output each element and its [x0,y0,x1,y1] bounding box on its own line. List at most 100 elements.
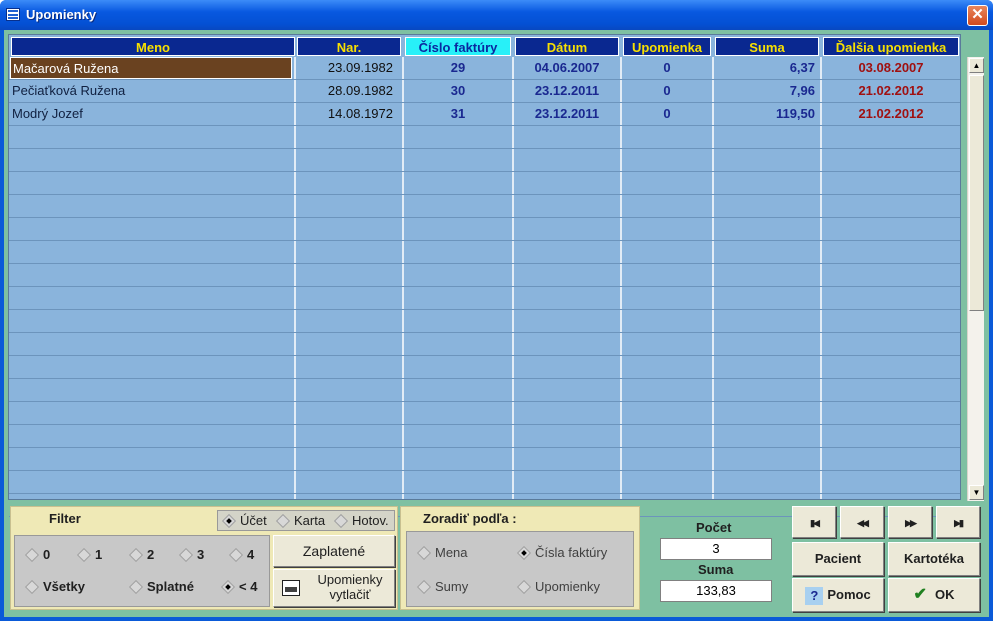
row-2-date[interactable]: 23.12.2011 [515,103,619,125]
sort-radio-reminder[interactable]: Upomienky [516,578,600,596]
grid-row-line [9,470,960,471]
sort-radio-sum[interactable]: Sumy [416,578,468,596]
row-1-sum[interactable]: 7,96 [715,80,819,102]
client-area: Meno Nar. Číslo faktúry Dátum Upomienka … [4,30,989,617]
header-sum[interactable]: Suma [715,37,819,56]
scroll-up-icon[interactable]: ▲ [969,58,984,73]
header-reminder[interactable]: Upomienka [623,37,711,56]
row-2-name[interactable]: Modrý Jozef [10,103,292,125]
last-record-icon: ▶▮ [954,518,964,528]
column-divider [512,57,514,499]
grid-row-line [9,102,960,103]
previous-record-button[interactable]: ◀◀ [840,506,884,538]
grid-row-line [9,171,960,172]
state-radio-all[interactable]: Všetky [24,578,85,596]
row-1-birth[interactable]: 28.09.1982 [297,80,401,102]
window: Upomienky ✕ Meno Nar. Číslo faktúry Dátu… [0,0,993,621]
column-divider [402,57,404,499]
grid-row-line [9,355,960,356]
sum-field: 133,83 [660,580,772,602]
print-button-label: Upomienky vytlačiť [317,572,383,602]
row-0-next[interactable]: 03.08.2007 [823,57,959,79]
sort-radio-invoice[interactable]: Čísla faktúry [516,544,607,562]
row-0-invoice[interactable]: 29 [405,57,511,79]
grid-row-line [9,401,960,402]
level-radio-4[interactable]: 4 [228,546,254,564]
row-1-reminder[interactable]: 0 [623,80,711,102]
grid-row-line [9,286,960,287]
header-invoice[interactable]: Číslo faktúry [405,37,511,56]
grid-row-line [9,263,960,264]
sort-panel: Zoradiť podľa : Mena Čísla faktúry Sumy … [400,506,640,610]
header-name[interactable]: Meno [11,37,295,56]
sum-label: Suma [698,562,734,577]
next-record-button[interactable]: ▶▶ [888,506,932,538]
header-birth[interactable]: Nar. [297,37,401,56]
source-radio-hotov[interactable]: Hotov. [333,512,389,530]
row-2-reminder[interactable]: 0 [623,103,711,125]
ok-button[interactable]: ✔ OK [888,578,980,612]
level-radio-2[interactable]: 2 [128,546,154,564]
vertical-scrollbar[interactable]: ▲ ▼ [967,57,984,501]
first-record-icon: ▮◀ [810,518,820,528]
close-button[interactable]: ✕ [967,5,988,26]
count-label: Počet [696,520,732,535]
scroll-thumb[interactable] [969,75,984,311]
row-2-sum[interactable]: 119,50 [715,103,819,125]
row-0-reminder[interactable]: 0 [623,57,711,79]
row-0-name[interactable]: Mačarová Ružena [10,57,292,79]
print-reminders-button[interactable]: Upomienky vytlačiť [273,569,395,607]
row-1-invoice[interactable]: 30 [405,80,511,102]
app-icon [6,8,20,21]
row-1-name[interactable]: Pečiaťková Ružena [10,80,292,102]
first-record-button[interactable]: ▮◀ [792,506,836,538]
reminder-table[interactable]: Meno Nar. Číslo faktúry Dátum Upomienka … [8,34,961,517]
filter-title: Filter [49,511,81,526]
grid-row-line [9,194,960,195]
last-record-button[interactable]: ▶▮ [936,506,980,538]
paid-button[interactable]: Zaplatené [273,535,395,567]
row-2-birth[interactable]: 14.08.1972 [297,103,401,125]
row-0-birth[interactable]: 23.09.1982 [297,57,401,79]
card-index-button[interactable]: Kartotéka [888,542,980,576]
previous-record-icon: ◀◀ [857,518,869,528]
row-1-date[interactable]: 23.12.2011 [515,80,619,102]
sort-radio-name[interactable]: Mena [416,544,468,562]
title-bar[interactable]: Upomienky ✕ [0,0,993,30]
grid-row-line [9,424,960,425]
source-radio-ucet[interactable]: Účet [221,512,267,530]
row-0-sum[interactable]: 6,37 [715,57,819,79]
level-radio-0[interactable]: 0 [24,546,50,564]
grid-row-line [9,493,960,494]
state-radio-due[interactable]: Splatné [128,578,194,596]
row-2-invoice[interactable]: 31 [405,103,511,125]
printer-icon [282,580,300,596]
level-radio-3[interactable]: 3 [178,546,204,564]
window-title: Upomienky [26,7,97,22]
state-radio-less-than-4[interactable]: < 4 [220,578,257,596]
help-icon: ? [805,586,824,605]
grid-row-line [9,378,960,379]
filter-panel: Filter Účet Karta Hotov. 0 1 2 3 4 Všetk… [10,506,398,610]
scroll-down-icon[interactable]: ▼ [969,485,984,500]
grid-row-line [9,309,960,310]
level-filter-group: 0 1 2 3 4 Všetky Splatné < 4 [14,535,270,607]
grid-row-line [9,79,960,80]
next-record-icon: ▶▶ [905,518,917,528]
grid-row-line [9,447,960,448]
grid-row-line [9,332,960,333]
sort-title: Zoradiť podľa : [423,511,517,526]
grid-row-line [9,240,960,241]
grid-row-line [9,148,960,149]
header-date[interactable]: Dátum [515,37,619,56]
patient-button[interactable]: Pacient [792,542,884,576]
column-divider [820,57,822,499]
header-next-reminder[interactable]: Ďalšia upomienka [823,37,959,56]
source-radio-karta[interactable]: Karta [275,512,325,530]
row-0-date[interactable]: 04.06.2007 [515,57,619,79]
row-2-next[interactable]: 21.02.2012 [823,103,959,125]
grid-row-line [9,217,960,218]
row-1-next[interactable]: 21.02.2012 [823,80,959,102]
help-button[interactable]: ? Pomoc [792,578,884,612]
level-radio-1[interactable]: 1 [76,546,102,564]
